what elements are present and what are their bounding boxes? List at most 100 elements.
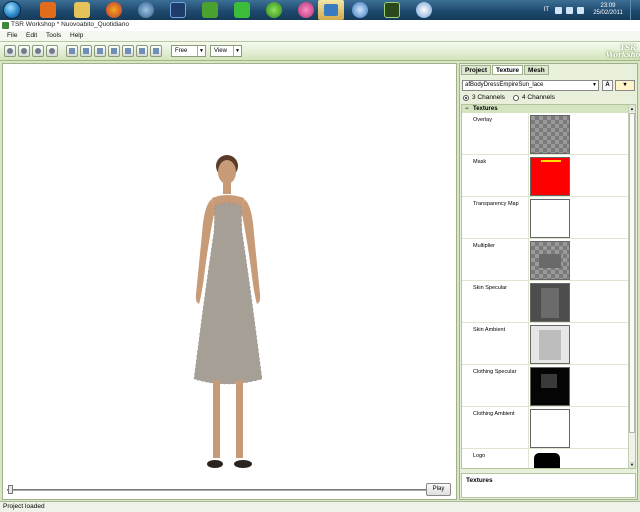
- menu-edit[interactable]: Edit: [26, 32, 37, 39]
- menu-bar: File Edit Tools Help: [0, 31, 640, 42]
- multiplier-detail: [539, 254, 561, 268]
- texture-row-logo[interactable]: Logo: [462, 449, 630, 468]
- w-app-icon[interactable]: [384, 2, 400, 18]
- network-icon[interactable]: [138, 2, 154, 18]
- green-plant-icon[interactable]: [266, 2, 282, 18]
- texture-row-skin-specular[interactable]: Skin Specular: [462, 281, 630, 323]
- view-select[interactable]: View ▼: [210, 45, 242, 57]
- network-tray-icon[interactable]: [577, 6, 584, 14]
- right-leg: [236, 380, 243, 458]
- texture-name: Transparency Map: [473, 201, 519, 207]
- timeline-slider-thumb[interactable]: [8, 485, 13, 494]
- grid-icon[interactable]: [66, 45, 78, 57]
- texture-row-multiplier[interactable]: Multiplier: [462, 239, 630, 281]
- right-shoe: [234, 460, 252, 468]
- skin-specular-detail: [541, 288, 559, 318]
- chevron-down-icon: ▼: [233, 46, 241, 56]
- texture-thumbnail[interactable]: [530, 241, 570, 280]
- media-player-icon[interactable]: [40, 2, 56, 18]
- description-box: Textures: [461, 473, 636, 498]
- window-title: TSR Workshop * Nuovoabito_Quotidiano: [11, 21, 130, 28]
- clock[interactable]: 23:09 25/02/2011: [588, 3, 628, 17]
- column-divider: [528, 281, 529, 323]
- wand-icon[interactable]: [150, 45, 162, 57]
- view-side-button[interactable]: [18, 45, 30, 57]
- mask-detail: [541, 160, 561, 165]
- floor-icon[interactable]: [136, 45, 148, 57]
- texture-thumbnail[interactable]: [530, 199, 570, 238]
- toolbar: Free ▼ View ▼ TSRWorkshop: [0, 42, 640, 61]
- channel-options: 3 Channels 4 Channels: [463, 94, 633, 103]
- collapse-icon[interactable]: −: [465, 105, 469, 113]
- ie-icon[interactable]: [352, 2, 368, 18]
- camera-mode-select[interactable]: Free ▼: [171, 45, 206, 57]
- language-indicator[interactable]: IT: [544, 7, 549, 13]
- windows-start-icon[interactable]: [3, 1, 21, 19]
- texture-thumbnail[interactable]: [530, 451, 570, 468]
- texture-row-mask[interactable]: Mask: [462, 155, 630, 197]
- texture-thumbnail[interactable]: [530, 157, 570, 196]
- sim-model: [193, 155, 263, 468]
- tab-project[interactable]: Project: [461, 65, 492, 75]
- scroll-down-icon[interactable]: ▼: [629, 461, 635, 468]
- logo-detail: [534, 453, 560, 468]
- neck: [223, 182, 231, 194]
- status-text: Project loaded: [3, 503, 45, 510]
- bones-icon[interactable]: [80, 45, 92, 57]
- texture-thumbnail[interactable]: [530, 325, 570, 364]
- texture-row-transparency[interactable]: Transparency Map: [462, 197, 630, 239]
- scrollbar-thumb[interactable]: [629, 113, 635, 433]
- sims-icon[interactable]: [202, 2, 218, 18]
- texture-row-skin-ambient[interactable]: Skin Ambient: [462, 323, 630, 365]
- column-divider: [528, 197, 529, 239]
- radio-3-channels[interactable]: [463, 95, 469, 101]
- mesh-group-select[interactable]: afBodyDressEmpireSun_lace ▼: [462, 80, 599, 91]
- firefox-icon[interactable]: [106, 2, 122, 18]
- flag-icon[interactable]: [555, 6, 562, 14]
- scroll-up-icon[interactable]: ▲: [629, 105, 635, 112]
- panel-tabs: Project Texture Mesh: [461, 65, 550, 75]
- view-front-button[interactable]: [4, 45, 16, 57]
- camera-mode-value: Free: [175, 48, 188, 54]
- column-divider: [528, 365, 529, 407]
- texture-row-overlay[interactable]: Overlay: [462, 113, 630, 155]
- 3d-viewport[interactable]: Play: [2, 63, 457, 500]
- texture-row-clothing-ambient[interactable]: Clothing Ambient: [462, 407, 630, 449]
- textures-section-header[interactable]: − Textures: [462, 105, 630, 113]
- view-top-button[interactable]: [46, 45, 58, 57]
- texture-thumbnail[interactable]: [530, 283, 570, 322]
- textures-section-title: Textures: [473, 106, 498, 112]
- speaker-icon[interactable]: [566, 6, 573, 14]
- pink-plumbob-icon[interactable]: [298, 2, 314, 18]
- texture-thumbnail[interactable]: [530, 115, 570, 154]
- left-leg: [213, 380, 220, 458]
- paint-icon[interactable]: [416, 2, 432, 18]
- textures-scrollbar[interactable]: ▲ ▼: [628, 105, 635, 468]
- animation-timeline[interactable]: [7, 489, 427, 491]
- texture-thumbnail[interactable]: [530, 367, 570, 406]
- label-3-channels: 3 Channels: [472, 94, 505, 101]
- texture-name: Mask: [473, 159, 487, 165]
- menu-file[interactable]: File: [7, 32, 17, 39]
- tsr-workshop-icon[interactable]: [318, 0, 344, 20]
- sims-green-icon[interactable]: [234, 2, 250, 18]
- skeleton-icon[interactable]: [122, 45, 134, 57]
- a-button[interactable]: A: [602, 80, 613, 91]
- view-back-button[interactable]: [32, 45, 44, 57]
- skin-ambient-detail: [539, 330, 561, 360]
- tab-texture[interactable]: Texture: [492, 65, 524, 75]
- texture-row-clothing-specular[interactable]: Clothing Specular: [462, 365, 630, 407]
- material-options-button[interactable]: ▾: [615, 80, 635, 91]
- light-icon[interactable]: [108, 45, 120, 57]
- menu-tools[interactable]: Tools: [46, 32, 61, 39]
- menu-help[interactable]: Help: [70, 32, 83, 39]
- photoshop-icon[interactable]: [170, 2, 186, 18]
- properties-panel: Project Texture Mesh afBodyDressEmpireSu…: [459, 63, 638, 500]
- tab-mesh[interactable]: Mesh: [524, 65, 549, 75]
- folder-icon[interactable]: [74, 2, 90, 18]
- play-button[interactable]: Play: [426, 483, 451, 496]
- texture-thumbnail[interactable]: [530, 409, 570, 448]
- zoom-icon[interactable]: [94, 45, 106, 57]
- show-desktop-button[interactable]: [630, 0, 640, 20]
- radio-4-channels[interactable]: [513, 95, 519, 101]
